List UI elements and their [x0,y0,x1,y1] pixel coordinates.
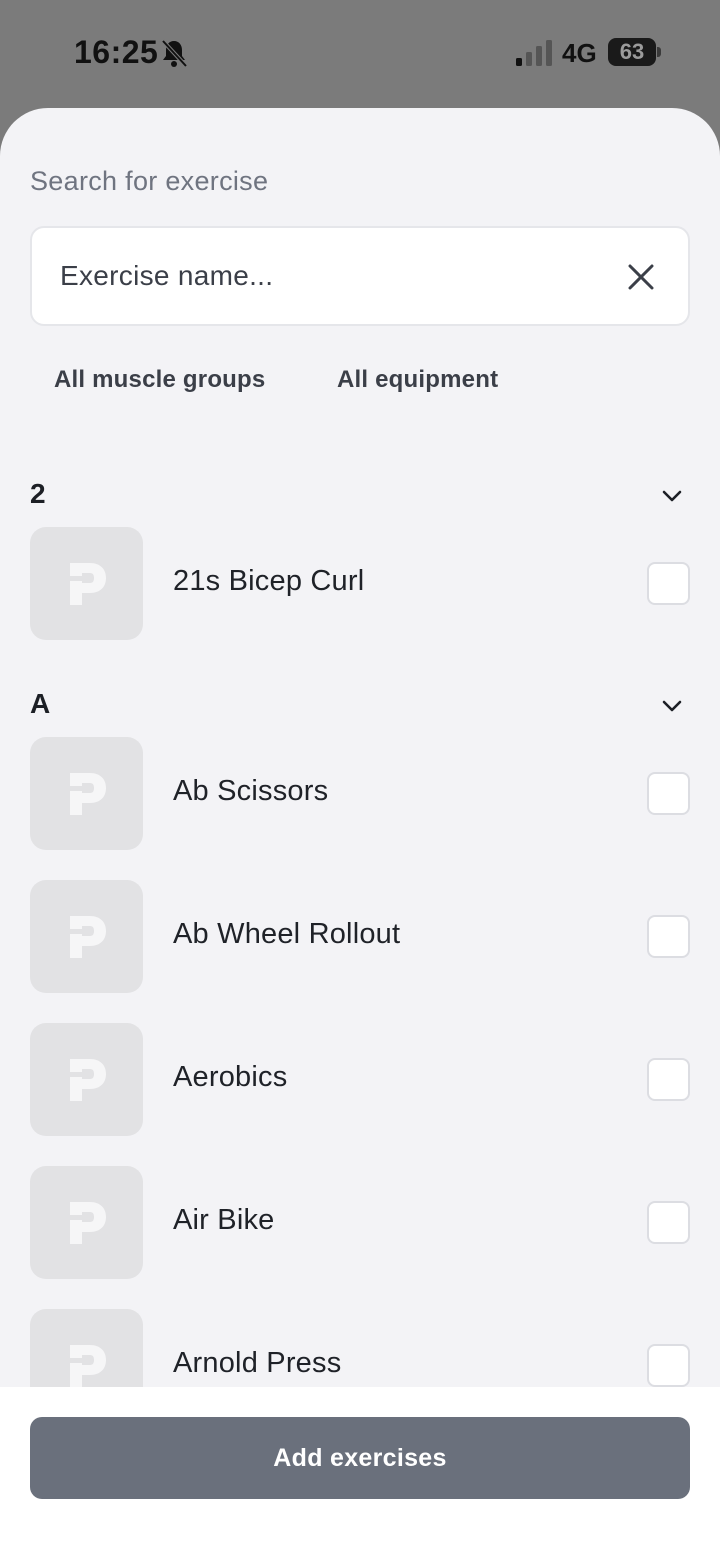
exercise-name: 21s Bicep Curl [173,565,365,597]
chevron-down-icon[interactable] [660,694,684,718]
exercise-row[interactable]: Ab Wheel Rollout [30,880,690,993]
section-letter: 2 [30,478,46,509]
exercise-checkbox[interactable] [647,1201,690,1244]
network-type: 4G [562,38,597,68]
search-box [30,226,690,326]
exercise-name: Ab Scissors [173,775,329,807]
bell-muted-icon [161,39,188,68]
placeholder-logo-icon [66,563,106,605]
section-letter: A [30,688,51,719]
section-header-2[interactable]: 2 [30,478,690,518]
exercise-name: Ab Wheel Rollout [173,918,401,950]
placeholder-logo-icon [66,1202,106,1244]
battery-tip [657,47,661,57]
placeholder-logo-icon [66,773,106,815]
exercise-thumbnail [30,1023,143,1136]
exercise-name: Arnold Press [173,1347,342,1379]
muscle-group-filter[interactable]: All muscle groups [54,366,265,394]
status-bar: 16:25 4G 63 [0,0,720,108]
exercise-row[interactable]: Aerobics [30,1023,690,1136]
exercise-row[interactable]: Ab Scissors [30,737,690,850]
exercise-checkbox[interactable] [647,915,690,958]
close-icon[interactable] [626,262,656,292]
exercise-checkbox[interactable] [647,1344,690,1387]
sheet-title: Search for exercise [30,166,269,196]
exercise-thumbnail [30,737,143,850]
exercise-name: Air Bike [173,1204,275,1236]
exercise-row[interactable]: Air Bike [30,1166,690,1279]
exercise-thumbnail [30,527,143,640]
exercise-checkbox[interactable] [647,1058,690,1101]
footer-bar: Add exercises [0,1387,720,1561]
exercise-thumbnail [30,1166,143,1279]
exercise-row[interactable]: 21s Bicep Curl [30,527,690,640]
search-input[interactable] [60,228,600,324]
placeholder-logo-icon [66,1059,106,1101]
battery-icon: 63 [608,38,656,66]
equipment-filter[interactable]: All equipment [337,366,498,394]
placeholder-logo-icon [66,916,106,958]
placeholder-logo-icon [66,1345,106,1387]
add-exercises-button[interactable]: Add exercises [30,1417,690,1499]
exercise-checkbox[interactable] [647,772,690,815]
exercise-thumbnail [30,880,143,993]
exercise-picker-sheet: Search for exercise All muscle groups Al… [0,108,720,1561]
exercise-name: Aerobics [173,1061,288,1093]
signal-icon [516,40,552,66]
status-time: 16:25 [74,34,159,70]
chevron-down-icon[interactable] [660,484,684,508]
exercise-checkbox[interactable] [647,562,690,605]
section-header-a[interactable]: A [30,688,690,728]
